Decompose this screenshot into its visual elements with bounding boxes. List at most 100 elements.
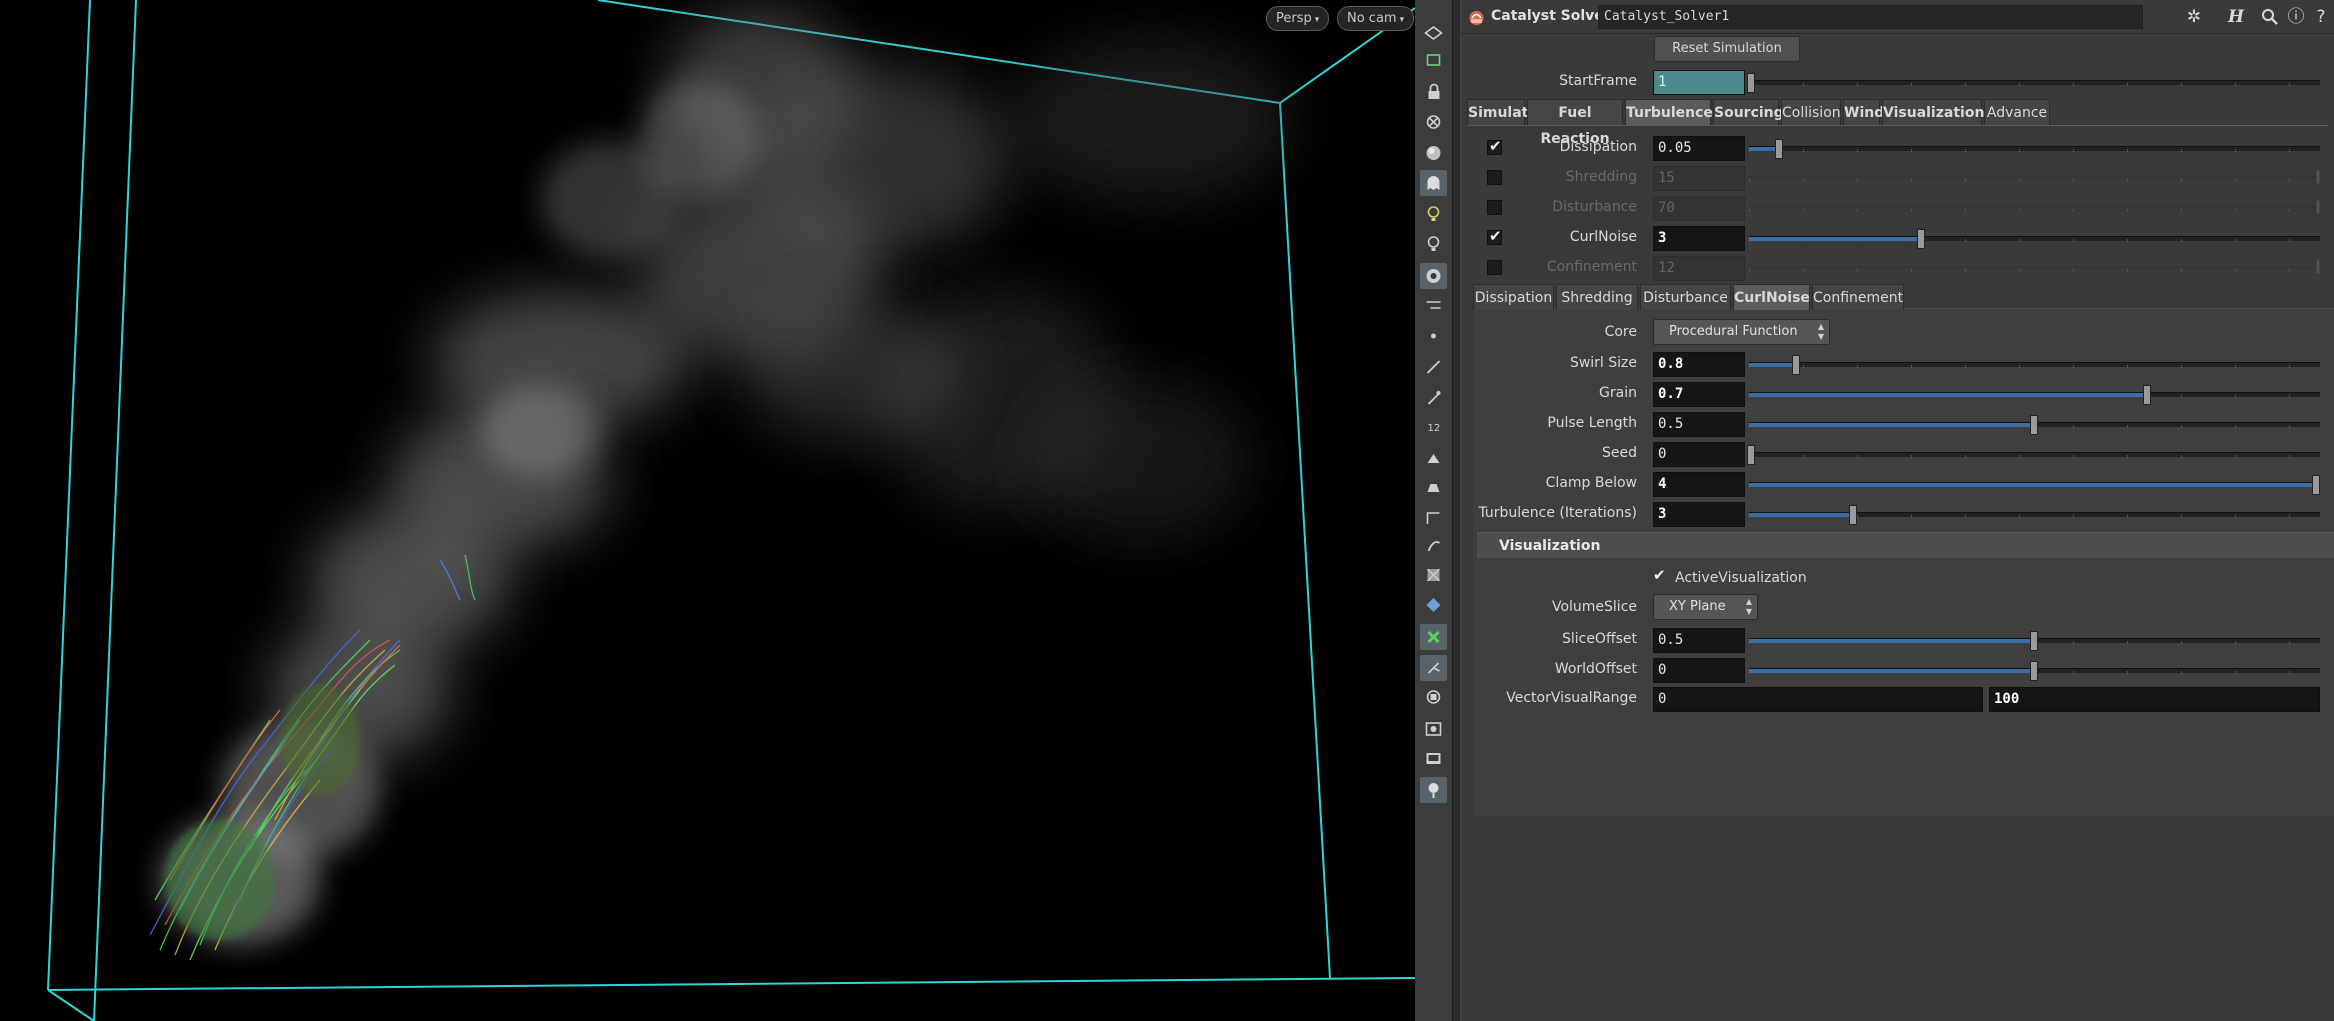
subtab-confinement[interactable]: Confinement [1812,284,1904,310]
subtab-shredding[interactable]: Shredding [1556,284,1638,310]
clamp-below-field[interactable]: 4 [1653,472,1745,497]
slider-handle[interactable] [1747,73,1755,93]
persp-menu[interactable]: Persp ▾ [1266,6,1330,31]
curlnoise-toggle[interactable]: ✔ [1487,227,1502,245]
startframe-field[interactable]: 1 [1653,70,1745,95]
startframe-slider[interactable] [1747,73,2320,93]
seed-field[interactable]: 0 [1653,442,1745,467]
tab-collision[interactable]: Collision [1781,99,1841,125]
slider-handle[interactable] [2312,475,2320,495]
tab-turbulence[interactable]: Turbulence [1625,99,1713,125]
disturbance-toggle[interactable] [1487,200,1502,215]
grain-slider[interactable] [1749,385,2320,405]
turbulence-iterations-field[interactable]: 3 [1653,502,1745,527]
grid-icon[interactable] [1420,505,1447,531]
tab-advance[interactable]: Advance [1984,99,2050,125]
vectorrange-min-field[interactable]: 0 [1653,687,1983,712]
vectorrange-max-field[interactable]: 100 [1989,687,2320,712]
tool-icon[interactable] [1420,474,1447,500]
volumeslice-dropdown[interactable]: XY Plane ▲ ▼ [1653,594,1758,620]
scene-viewport[interactable]: Persp ▾ No cam ▾ [0,0,1415,1021]
pin-icon[interactable] [1420,777,1447,803]
dot-icon[interactable] [1420,323,1447,349]
help-h-icon[interactable]: H [2223,5,2249,29]
camera-icon[interactable] [1420,263,1447,289]
seed-slider[interactable] [1747,445,2320,465]
pick-icon[interactable] [1420,385,1447,411]
dissipation-slider[interactable] [1749,139,2320,159]
sliceoffset-slider[interactable] [1749,631,2320,651]
slider-handle[interactable] [1848,505,1857,525]
slider-ticks [1749,179,2320,182]
slider-handle[interactable] [2029,661,2038,681]
shredding-toggle[interactable] [1487,170,1502,185]
snap-icon[interactable] [1420,445,1447,471]
clear-icon[interactable] [1420,109,1447,135]
light-icon[interactable] [1420,201,1447,227]
lock-icon[interactable] [1420,79,1447,105]
reset-simulation-button[interactable]: Reset Simulation [1654,36,1800,62]
activevisualization-toggle[interactable]: ✔ [1653,566,1667,584]
dissipation-field[interactable]: 0.05 [1653,136,1745,161]
sphere-display-icon[interactable] [1420,140,1447,166]
shredding-slider[interactable] [1749,170,2320,184]
subtab-curlnoise[interactable]: CurlNoise [1733,284,1810,310]
tab-wind[interactable]: Wind [1843,99,1884,125]
slider-handle[interactable] [2142,385,2151,405]
confinement-slider[interactable] [1749,260,2320,274]
dissipation-label: Dissipation [1559,139,1637,155]
pulse-length-field[interactable]: 0.5 [1653,412,1745,437]
tab-fuel-reaction[interactable]: Fuel Reaction [1527,99,1623,147]
ghost-icon[interactable] [1420,170,1447,196]
node-name-field[interactable]: Catalyst_Solver1 [1598,5,2143,29]
curlnoise-field[interactable]: 3 [1653,226,1745,251]
search-icon[interactable] [2257,5,2283,29]
confinement-toggle[interactable] [1487,260,1502,275]
pulse-length-slider[interactable] [1749,415,2320,435]
edge-icon[interactable] [1420,354,1447,380]
record-icon[interactable] [1420,716,1447,742]
clamp-below-slider[interactable] [1749,475,2320,495]
help-icon[interactable]: ? [2308,5,2334,29]
texture-icon[interactable] [1420,562,1447,588]
slider-handle[interactable] [1775,139,1784,159]
pane-divider[interactable] [1452,0,1461,1021]
visualization-folder[interactable]: Visualization [1477,532,2334,558]
flip-icon[interactable] [1420,533,1447,559]
gear-icon[interactable]: ✲ [2181,5,2207,29]
subtab-dissipation[interactable]: Dissipation [1473,284,1554,310]
tab-visualization[interactable]: Visualization [1882,99,1984,125]
particle-icon[interactable] [1420,655,1447,681]
worldoffset-field[interactable]: 0 [1653,658,1745,683]
view-icon[interactable] [1420,47,1447,73]
slider-handle[interactable] [1916,229,1925,249]
turbulence-iterations-slider[interactable] [1749,505,2320,525]
axis-icon[interactable] [1420,684,1447,710]
swirl-size-field[interactable]: 0.8 [1653,352,1745,377]
info-icon[interactable]: ⓘ [2283,5,2309,29]
render-icon[interactable] [1420,624,1447,650]
sliceoffset-field[interactable]: 0.5 [1653,628,1745,653]
camera-menu[interactable]: No cam ▾ [1337,6,1415,31]
disturbance-slider[interactable] [1749,200,2320,214]
slider-fill [1749,393,2149,397]
tab-sourcing[interactable]: Sourcing [1713,99,1784,125]
light-alt-icon[interactable] [1420,231,1447,257]
screen-icon[interactable] [1420,746,1447,772]
worldoffset-slider[interactable] [1749,661,2320,681]
curlnoise-slider[interactable] [1749,229,2320,249]
slider-handle[interactable] [2029,415,2038,435]
wire-icon[interactable] [1420,592,1447,618]
grain-field[interactable]: 0.7 [1653,382,1745,407]
core-dropdown[interactable]: Procedural Function ▲ ▼ [1653,319,1830,345]
select-icon[interactable] [1420,20,1447,46]
slider-handle[interactable] [1747,445,1755,465]
dissipation-toggle[interactable]: ✔ [1487,137,1502,155]
tab-simulation[interactable]: Simulation [1467,99,1553,125]
number-icon[interactable]: 12 [1420,414,1447,440]
handle-icon[interactable] [1420,292,1447,318]
subtab-disturbance[interactable]: Disturbance [1640,284,1731,310]
swirl-size-slider[interactable] [1749,355,2320,375]
slider-handle[interactable] [2029,631,2038,651]
slider-handle[interactable] [1792,355,1801,375]
